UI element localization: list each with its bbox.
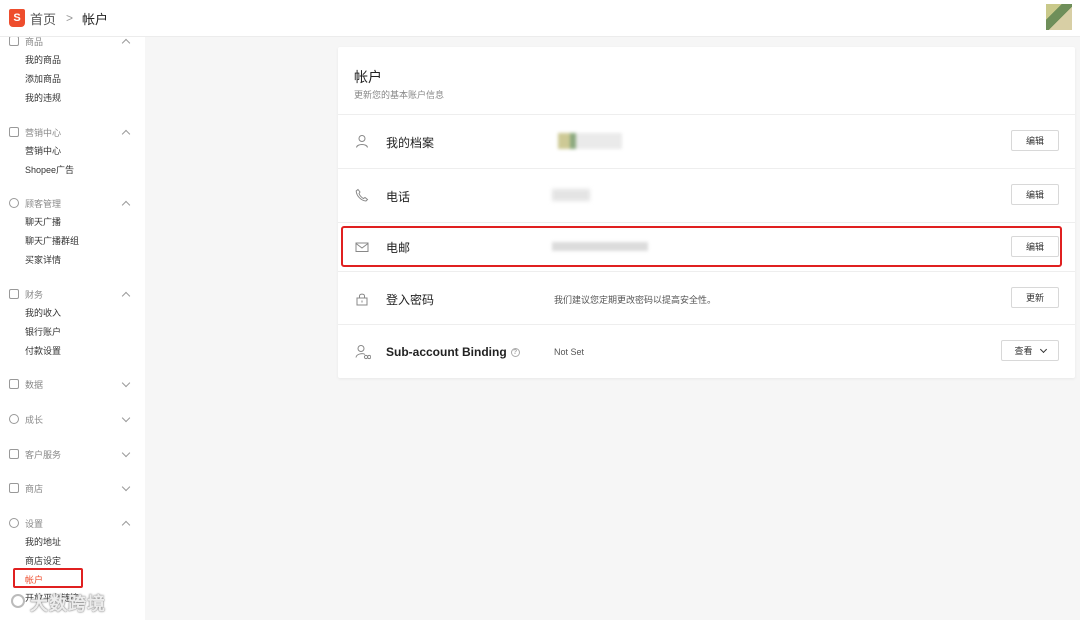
customer-icon xyxy=(9,198,19,208)
chevron-up-icon xyxy=(121,291,131,300)
sidebar-group-growth[interactable]: 成长 xyxy=(0,411,145,427)
sidebar-group-customers[interactable]: 顾客管理 xyxy=(0,195,145,211)
sidebar-group-products[interactable]: 商品 xyxy=(0,37,145,49)
sidebar-item-my-income[interactable]: 我的收入 xyxy=(25,307,61,319)
chevron-up-icon xyxy=(121,38,131,47)
chevron-down-icon xyxy=(1039,345,1047,353)
sidebar-group-settings[interactable]: 设置 xyxy=(0,515,145,531)
account-row-sub-account: Sub-account Binding? Not Set 查看 xyxy=(338,324,1075,378)
phone-value-redacted xyxy=(552,189,590,201)
sidebar-item-marketing-centre[interactable]: 营销中心 xyxy=(25,145,61,157)
annotation-highlight-box xyxy=(341,226,1062,267)
row-label: 我的档案 xyxy=(386,136,435,150)
edit-profile-button[interactable]: 编辑 xyxy=(1011,130,1059,151)
breadcrumb-current: 帐户 xyxy=(82,11,109,27)
annotation-highlight-box xyxy=(13,568,83,588)
sidebar-group-marketing[interactable]: 营销中心 xyxy=(0,124,145,140)
sidebar: 商品 我的商品 添加商品 我的违规 营销中心 营销中心 Shopee广告 顾客管… xyxy=(0,37,145,620)
edit-phone-button[interactable]: 编辑 xyxy=(1011,184,1059,205)
top-bar: S 首页 > 帐户 xyxy=(0,0,1080,37)
wallet-icon xyxy=(9,289,19,299)
breadcrumb-separator: > xyxy=(66,11,74,25)
password-hint: 我们建议您定期更改密码以提高安全性。 xyxy=(554,295,717,305)
update-password-button[interactable]: 更新 xyxy=(1011,287,1059,308)
page-subtitle: 更新您的基本账户信息 xyxy=(354,90,445,100)
sidebar-group-data[interactable]: 数据 xyxy=(0,376,145,392)
chevron-up-icon xyxy=(121,129,131,138)
user-icon xyxy=(356,135,368,148)
chevron-down-icon xyxy=(121,413,131,422)
sidebar-item-shop-settings[interactable]: 商店设定 xyxy=(25,555,61,567)
row-label: 登入密码 xyxy=(386,293,435,307)
watermark-logo-icon xyxy=(11,594,25,608)
sidebar-item-add-product[interactable]: 添加商品 xyxy=(25,73,61,85)
chevron-down-icon xyxy=(121,448,131,457)
sidebar-item-bank-account[interactable]: 银行账户 xyxy=(25,326,61,338)
sidebar-item-payment-settings[interactable]: 付款设置 xyxy=(25,345,61,357)
profile-value-redacted xyxy=(558,133,622,149)
sidebar-item-buyer-details[interactable]: 买家详情 xyxy=(25,254,61,266)
row-label: 电话 xyxy=(386,190,411,204)
phone-icon xyxy=(355,188,369,202)
sidebar-group-finance[interactable]: 财务 xyxy=(0,286,145,302)
breadcrumb-home[interactable]: 首页 xyxy=(30,9,56,28)
help-icon[interactable]: ? xyxy=(510,348,520,358)
watermark: 大数跨境 xyxy=(30,594,106,614)
account-row-phone: 电话 编辑 xyxy=(338,168,1075,222)
account-card: 帐户 更新您的基本账户信息 我的档案 编辑 电话 编辑 电邮 编辑 登入密码 我… xyxy=(338,47,1075,378)
row-label: Sub-account Binding? xyxy=(386,345,520,359)
product-icon xyxy=(9,37,19,46)
avatar[interactable] xyxy=(1046,4,1072,30)
page-title: 帐户 xyxy=(354,69,382,85)
shopee-logo-icon[interactable]: S xyxy=(9,9,25,27)
shop-icon xyxy=(9,483,19,493)
lock-icon xyxy=(356,293,368,306)
sidebar-item-broadcast-groups[interactable]: 聊天广播群组 xyxy=(25,235,79,247)
tag-icon xyxy=(9,127,19,137)
growth-icon xyxy=(9,414,19,424)
chevron-up-icon xyxy=(121,200,131,209)
account-row-profile: 我的档案 编辑 xyxy=(338,114,1075,168)
chevron-down-icon xyxy=(121,482,131,491)
sidebar-item-chat-broadcast[interactable]: 聊天广播 xyxy=(25,216,61,228)
sidebar-item-shopee-ads[interactable]: Shopee广告 xyxy=(25,164,74,176)
account-row-password: 登入密码 我们建议您定期更改密码以提高安全性。 更新 xyxy=(338,271,1075,325)
sub-account-icon xyxy=(355,345,371,360)
chevron-up-icon xyxy=(121,520,131,529)
sidebar-group-shop[interactable]: 商店 xyxy=(0,480,145,496)
gear-icon xyxy=(9,518,19,528)
sidebar-item-violations[interactable]: 我的违规 xyxy=(25,92,61,104)
chevron-down-icon xyxy=(121,378,131,387)
sidebar-item-my-products[interactable]: 我的商品 xyxy=(25,54,61,66)
sidebar-group-customer-service[interactable]: 客户服务 xyxy=(0,446,145,462)
sidebar-item-my-address[interactable]: 我的地址 xyxy=(25,536,61,548)
view-dropdown-button[interactable]: 查看 xyxy=(1001,340,1059,361)
chart-icon xyxy=(9,379,19,389)
service-icon xyxy=(9,449,19,459)
sub-account-status: Not Set xyxy=(554,347,585,357)
